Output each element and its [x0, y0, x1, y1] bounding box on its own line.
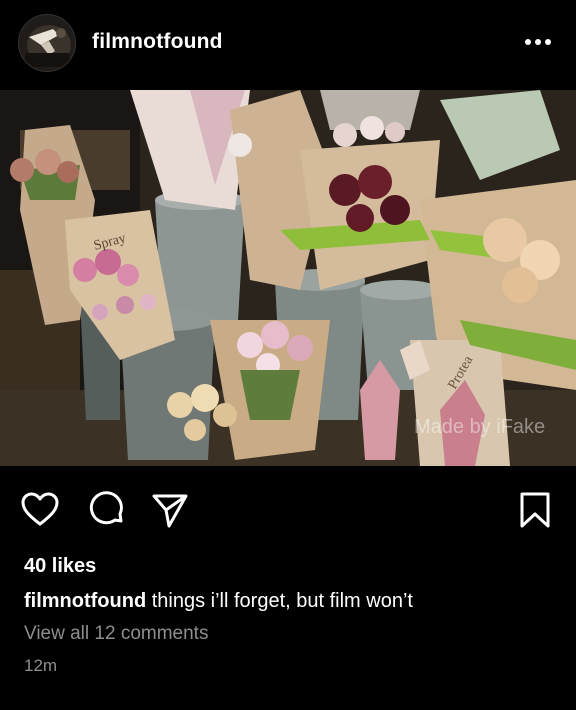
heart-icon[interactable] — [20, 490, 60, 530]
bookmark-icon[interactable] — [515, 490, 555, 530]
share-icon[interactable] — [150, 490, 190, 530]
photo-watermark: Made by iFake — [414, 416, 545, 438]
caption-text: things i’ll forget, but film won’t — [146, 590, 413, 612]
post-caption: filmnotfound things i’ll forget, but fil… — [24, 590, 413, 613]
username[interactable]: filmnotfound — [92, 30, 223, 54]
avatar-image — [19, 15, 75, 71]
action-bar — [0, 466, 576, 556]
more-dots-icon[interactable] — [520, 30, 556, 54]
avatar[interactable] — [18, 14, 76, 72]
view-comments-link[interactable]: View all 12 comments — [24, 623, 208, 645]
caption-username[interactable]: filmnotfound — [24, 590, 146, 612]
comment-icon[interactable] — [87, 490, 127, 530]
likes-count[interactable]: 40 likes — [24, 555, 96, 578]
post-header: filmnotfound — [0, 0, 576, 90]
post-photo[interactable]: Spray Protea Made by iFake — [0, 90, 576, 466]
post-timestamp: 12m — [24, 656, 58, 675]
